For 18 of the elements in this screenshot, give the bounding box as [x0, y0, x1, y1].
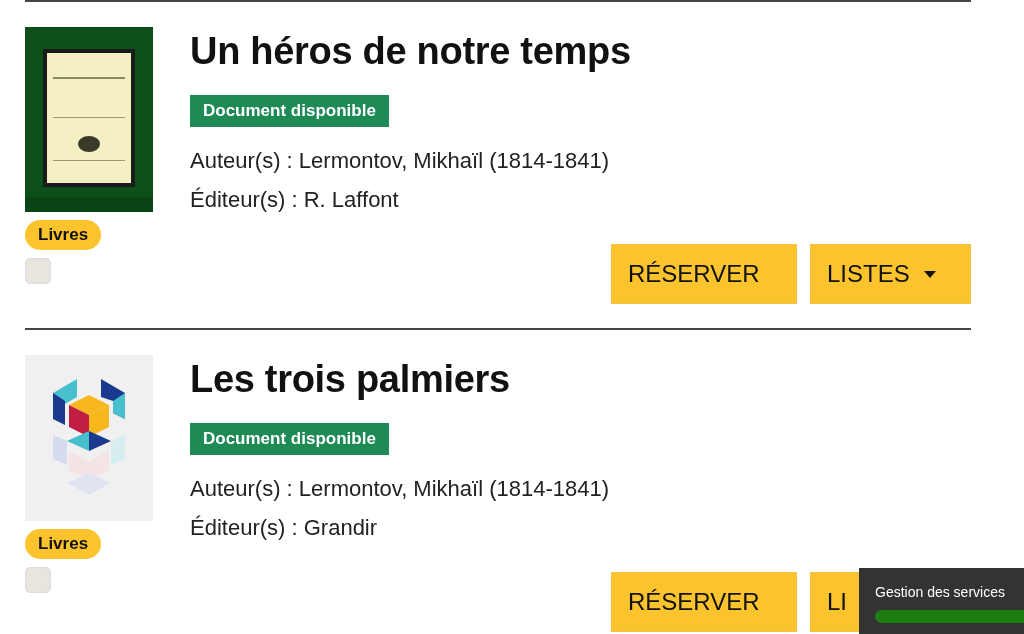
- caret-icon: [923, 270, 936, 278]
- document-type-tag: Livres: [25, 529, 102, 559]
- toast-message: Gestion des services: [875, 584, 1006, 600]
- cube-logo-icon: [53, 379, 125, 497]
- availability-label: Document disponible: [190, 423, 389, 455]
- record-detail: Auteur(s) : Lermontov, Mikhaïl (1814-1841): [190, 475, 610, 503]
- dropdown-button[interactable]: LISTES: [810, 244, 971, 304]
- record-title[interactable]: Un héros de notre temps: [190, 27, 631, 75]
- record-detail: Auteur(s) : Lermontov, Mikhaïl (1814-1841): [190, 147, 610, 175]
- select-checkbox[interactable]: [25, 258, 51, 284]
- action-button[interactable]: RÉSERVER: [611, 244, 797, 304]
- record-detail: Éditeur(s) : Grandir: [190, 514, 378, 542]
- select-checkbox[interactable]: [25, 567, 51, 593]
- record-title[interactable]: Les trois palmiers: [190, 355, 510, 403]
- action-button[interactable]: RÉSERVER: [611, 572, 797, 632]
- document-type-tag: Livres: [25, 220, 102, 250]
- availability-label: Document disponible: [190, 95, 389, 127]
- record-detail: Éditeur(s) : R. Laffont: [190, 186, 399, 214]
